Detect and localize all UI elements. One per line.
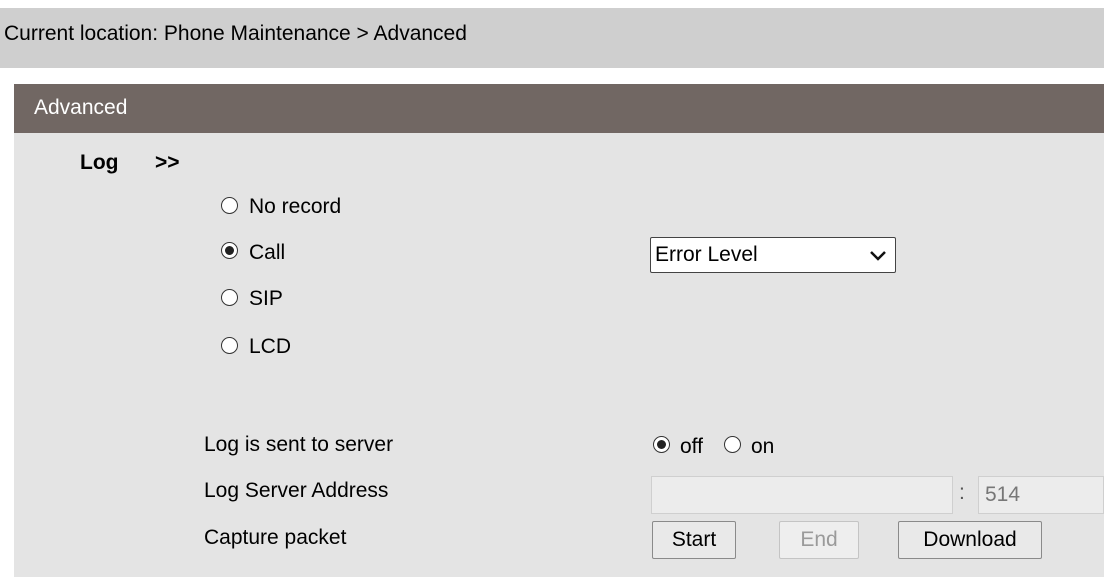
location-prefix: Current location: [4, 22, 164, 45]
port-separator: : [959, 481, 965, 504]
gap-strip [0, 68, 1104, 84]
log-sent-on-radio[interactable] [724, 436, 741, 453]
sip-label: SIP [249, 287, 283, 310]
location-text: Current location: Phone Maintenance > Ad… [4, 21, 467, 47]
page-title: Advanced [34, 96, 128, 119]
panel-header: Advanced [14, 84, 1104, 133]
log-sent-off-radio[interactable] [653, 436, 670, 453]
log-server-port-input[interactable]: 514 [978, 476, 1104, 514]
log-sent-off-label: off [680, 435, 703, 458]
no-record-radio[interactable] [221, 197, 238, 214]
page-root: Current location: Phone Maintenance > Ad… [0, 0, 1104, 577]
log-level-select[interactable]: Error Level [650, 237, 896, 273]
capture-download-button[interactable]: Download [898, 521, 1042, 559]
call-radio[interactable] [221, 242, 238, 259]
log-sent-label: Log is sent to server [204, 433, 394, 456]
lcd-label: LCD [249, 335, 292, 358]
log-section-label: Log [80, 151, 119, 174]
log-level-value: Error Level [655, 243, 758, 266]
no-record-label: No record [249, 195, 342, 218]
capture-end-button[interactable]: End [779, 521, 859, 559]
call-label: Call [249, 241, 286, 264]
log-server-address-label: Log Server Address [204, 479, 389, 502]
log-server-address-input[interactable] [651, 476, 953, 514]
capture-start-button[interactable]: Start [652, 521, 736, 559]
chevron-down-icon [870, 251, 886, 261]
location-path: Phone Maintenance > Advanced [163, 22, 467, 45]
breadcrumb: Current location: Phone Maintenance > Ad… [0, 8, 1104, 68]
sip-radio[interactable] [221, 289, 238, 306]
log-sent-on-label: on [751, 435, 775, 458]
log-server-port-value: 514 [985, 483, 1021, 506]
top-strip [0, 0, 1104, 8]
advanced-panel: Advanced Log >> No record Call SIP LCD E… [14, 84, 1104, 577]
log-expand-arrows[interactable]: >> [155, 150, 180, 176]
lcd-radio[interactable] [221, 337, 238, 354]
capture-packet-label: Capture packet [204, 526, 347, 549]
